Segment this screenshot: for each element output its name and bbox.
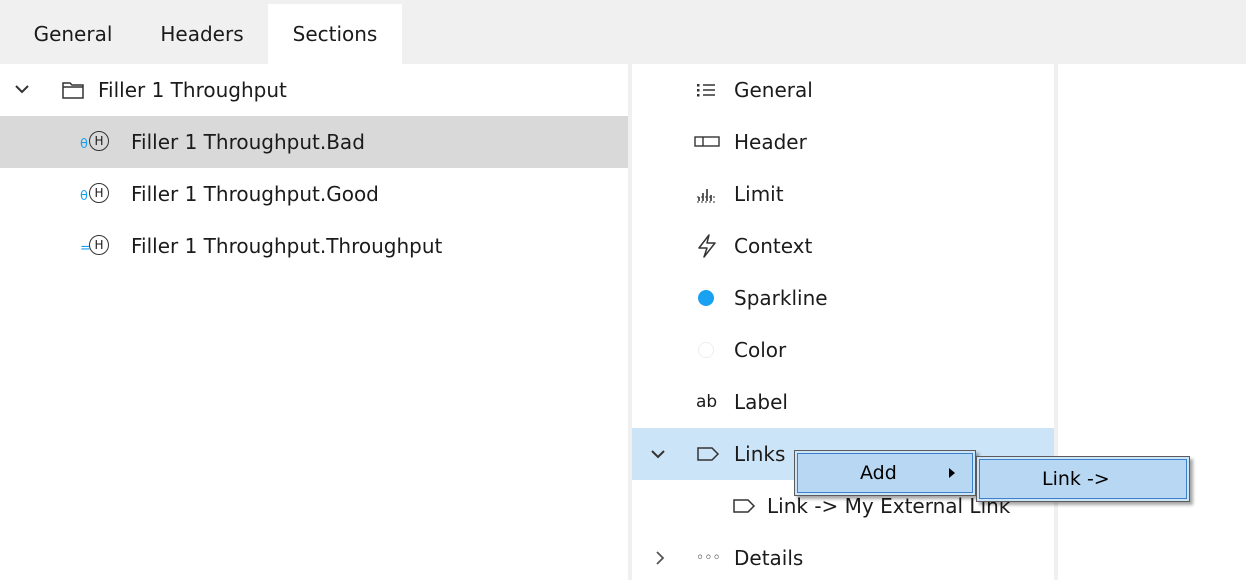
section-label: Color [734, 338, 787, 362]
section-label: Details [734, 546, 804, 570]
series-tree: Filler 1 Throughput θ H Filler 1 Through… [0, 64, 628, 580]
tag-icon [697, 447, 720, 461]
tab-sections[interactable]: Sections [268, 4, 402, 64]
chevron-down-icon[interactable] [650, 448, 666, 460]
section-item-sparkline[interactable]: Sparkline [632, 272, 1054, 324]
link-menu-item[interactable]: Link -> [979, 459, 1187, 499]
tree-root-row[interactable]: Filler 1 Throughput [0, 64, 628, 116]
section-item-color[interactable]: Color [632, 324, 1054, 376]
tab-headers[interactable]: Headers [142, 4, 262, 64]
tag-icon [733, 499, 756, 513]
h-circle-icon: H [89, 235, 109, 255]
section-label: Context [734, 234, 813, 258]
series-badge: θ [80, 137, 88, 152]
chevron-down-icon[interactable] [14, 83, 30, 95]
folder-icon [62, 82, 84, 99]
section-label: Links [734, 442, 786, 466]
section-label: Sparkline [734, 286, 828, 310]
h-circle-icon: H [89, 183, 109, 203]
tree-item-label: Filler 1 Throughput.Good [131, 182, 379, 206]
lightning-icon [698, 234, 716, 258]
dots-icon: ◦◦◦ [696, 550, 721, 566]
section-label: Limit [734, 182, 784, 206]
section-label: Label [734, 390, 788, 414]
h-circle-icon: H [89, 131, 109, 151]
tab-general[interactable]: General [18, 4, 128, 64]
section-item-general[interactable]: General [632, 64, 1054, 116]
limit-icon [697, 189, 717, 203]
tree-item-label: Filler 1 Throughput.Bad [131, 130, 365, 154]
series-badge: θ [80, 189, 88, 204]
tree-root-label: Filler 1 Throughput [98, 78, 287, 102]
ab-icon: ab [696, 392, 718, 412]
section-label: General [734, 78, 813, 102]
circle-icon [698, 342, 714, 358]
section-item-context[interactable]: Context [632, 220, 1054, 272]
tree-item[interactable]: θ H Filler 1 Throughput.Bad [0, 116, 628, 168]
list-icon [697, 84, 715, 97]
dot-icon [698, 290, 714, 306]
section-item-label[interactable]: ab Label [632, 376, 1054, 428]
section-label: Header [734, 130, 807, 154]
tree-item-label: Filler 1 Throughput.Throughput [131, 234, 443, 258]
link-menu-label: Link -> [1042, 468, 1110, 490]
tree-item[interactable]: = H Filler 1 Throughput.Throughput [0, 220, 628, 272]
tree-item[interactable]: θ H Filler 1 Throughput.Good [0, 168, 628, 220]
submenu: Link -> [976, 456, 1190, 502]
section-item-details[interactable]: ◦◦◦ Details [632, 532, 1054, 584]
submenu-arrow-icon [949, 468, 955, 478]
tab-bar: General Headers Sections [0, 0, 1246, 64]
properties-pane [1058, 64, 1246, 580]
add-menu-item[interactable]: Add [797, 453, 973, 493]
section-item-limit[interactable]: Limit [632, 168, 1054, 220]
section-item-header[interactable]: Header [632, 116, 1054, 168]
header-icon [694, 136, 720, 147]
add-menu-label: Add [860, 462, 897, 484]
context-menu: Add [794, 450, 976, 496]
chevron-right-icon[interactable] [654, 550, 666, 566]
sections-list: General Header Limit Context Sparkline C… [632, 64, 1054, 580]
